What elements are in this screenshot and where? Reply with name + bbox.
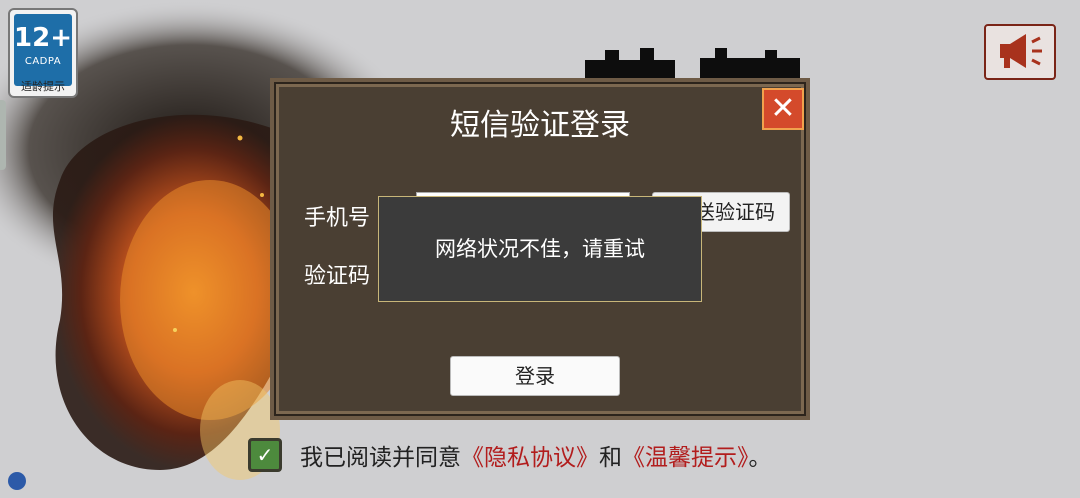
age-rating-panel: 12+ CADPA (14, 14, 72, 86)
agreement-prefix: 我已阅读并同意 (300, 445, 461, 471)
code-label: 验证码 (304, 264, 371, 289)
announcement-button[interactable] (984, 24, 1056, 80)
agreement-checkbox[interactable]: ✓ (248, 438, 282, 472)
agreement-text: 我已阅读并同意《隐私协议》和《温馨提示》。 (300, 438, 772, 472)
agreement-suffix: 。 (748, 445, 772, 471)
floating-dot[interactable] (8, 472, 26, 490)
age-rating-tip: 适龄提示 (21, 80, 65, 93)
tips-link[interactable]: 《温馨提示》 (622, 445, 749, 471)
close-icon: ✕ (770, 91, 796, 126)
age-rating-org: CADPA (24, 56, 62, 67)
login-button[interactable]: 登录 (450, 356, 620, 396)
check-icon: ✓ (256, 443, 274, 467)
close-button[interactable]: ✕ (762, 88, 804, 130)
dialog-title: 短信验证登录 (450, 108, 630, 143)
age-rating-badge: 12+ CADPA 适龄提示 (8, 8, 78, 98)
side-handle (0, 100, 6, 170)
privacy-policy-link[interactable]: 《隐私协议》 (461, 445, 599, 471)
phone-label: 手机号 (304, 206, 371, 231)
network-error-toast: 网络状况不佳，请重试 (378, 196, 702, 302)
age-rating-number: 12+ (14, 23, 72, 53)
megaphone-icon (1000, 34, 1042, 68)
agreement-and: 和 (599, 445, 622, 471)
